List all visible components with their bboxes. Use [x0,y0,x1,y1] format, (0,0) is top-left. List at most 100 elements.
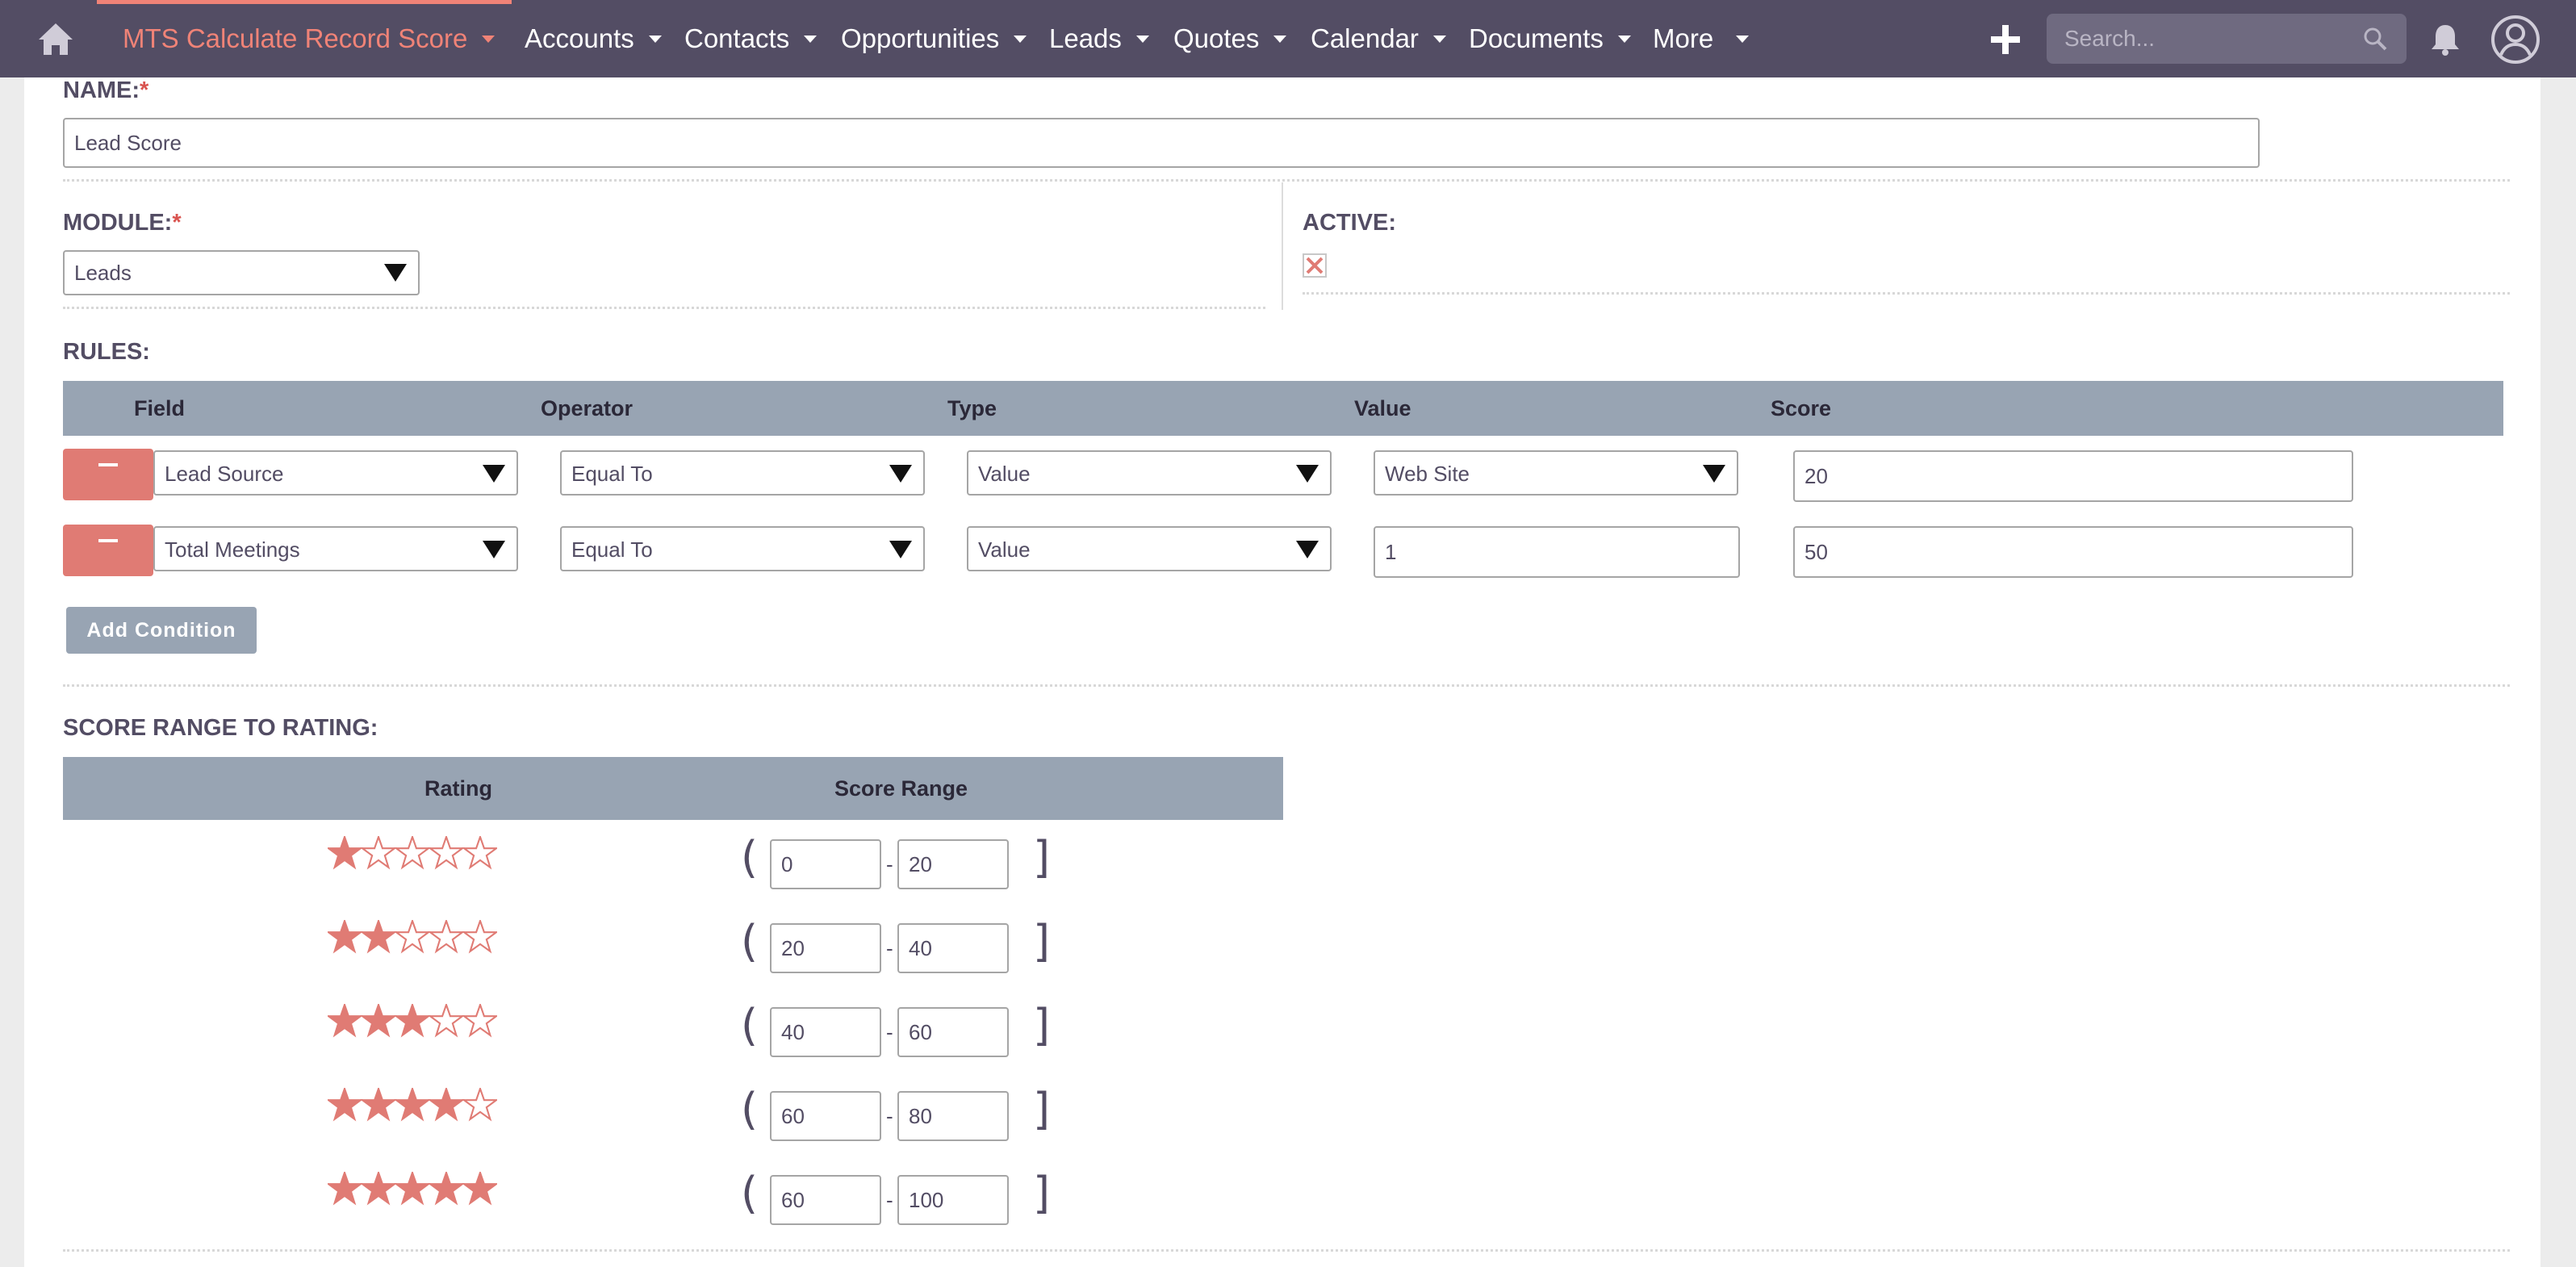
remove-condition-button[interactable] [63,449,153,500]
rule-field-select[interactable]: Total Meetings [153,526,518,571]
column-header-rating: Rating [424,776,492,801]
star-filled-icon [359,1088,398,1122]
star-empty-icon [393,920,432,954]
rule-score-input[interactable] [1793,526,2353,578]
remove-condition-button[interactable] [63,525,153,576]
score-min-input[interactable] [770,1175,881,1225]
star-rating-icon [328,1172,497,1206]
star-empty-icon [461,1004,497,1038]
range-separator: - [886,936,893,960]
active-label: ACTIVE: [1303,210,1396,236]
caret-down-icon [1135,35,1149,43]
name-field[interactable] [63,118,2260,168]
star-empty-icon [359,836,398,870]
caret-down-icon [804,35,818,43]
bell-icon[interactable] [2429,23,2461,56]
close-bracket: ] [1033,1000,1051,1051]
star-rating-icon [328,1088,497,1122]
star-filled-icon [393,1172,432,1206]
rule-type-select[interactable]: Value [967,450,1332,496]
plus-icon[interactable] [1990,24,2021,55]
nav-item-label: Accounts [525,23,634,53]
divider [63,307,1265,309]
nav-item-label: Opportunities [841,23,1000,53]
rules-label: RULES: [63,339,150,365]
open-bracket: ( [741,916,759,967]
nav-item-label: Calendar [1311,23,1419,53]
star-empty-icon [427,920,466,954]
open-bracket: ( [741,1084,759,1135]
nav-item-label: Quotes [1173,23,1260,53]
score-range-table-header: Rating Score Range [63,757,1283,820]
score-min-input[interactable] [770,1091,881,1141]
star-empty-icon [461,920,497,954]
add-condition-button[interactable]: Add Condition [66,607,257,654]
star-filled-icon [359,1004,398,1038]
score-max-input[interactable] [897,1091,1009,1141]
score-max-input[interactable] [897,1175,1009,1225]
rule-type-select[interactable]: Value [967,526,1332,571]
dropdown-arrow-icon [1296,541,1319,558]
score-range-label: SCORE RANGE TO RATING: [63,715,378,741]
score-min-input[interactable] [770,839,881,889]
dropdown-arrow-icon [483,541,505,558]
module-select[interactable]: Leads [63,250,420,295]
rule-operator-select[interactable]: Equal To [560,450,925,496]
column-header-score: Score [1771,396,1832,420]
close-bracket: ] [1033,916,1051,967]
nav-item-opportunities[interactable]: Opportunities [841,0,1027,77]
star-rating-icon [328,1004,497,1038]
range-separator: - [886,852,893,876]
nav-item-quotes[interactable]: Quotes [1173,0,1287,77]
nav-item-label: More [1653,23,1714,53]
dropdown-arrow-icon [889,465,912,483]
nav-item-label: Documents [1469,23,1604,53]
user-avatar-icon[interactable] [2490,15,2540,65]
open-bracket: ( [741,1168,759,1219]
dropdown-arrow-icon [483,465,505,483]
nav-item-calendar[interactable]: Calendar [1311,0,1446,77]
rule-value-input[interactable] [1374,526,1740,578]
star-empty-icon [393,836,432,870]
top-navigation-bar: MTS Calculate Record Score Accounts Cont… [0,0,2576,77]
star-filled-icon [359,920,398,954]
nav-item-label: MTS Calculate Record Score [123,23,468,53]
edit-form-panel: NAME:* MODULE:* Leads ACTIVE: RULES: Fie… [24,77,2540,1267]
rule-score-input[interactable] [1793,450,2353,502]
active-unchecked-icon[interactable] [1303,253,1327,278]
caret-down-icon [1432,35,1446,43]
nav-item-more[interactable]: More [1653,0,1750,77]
column-divider [1282,182,1283,310]
caret-down-icon [1014,35,1027,43]
column-header-score-range: Score Range [834,776,968,801]
star-filled-icon [427,1088,466,1122]
nav-item-leads[interactable]: Leads [1049,0,1149,77]
dropdown-arrow-icon [384,264,407,282]
rule-operator-select[interactable]: Equal To [560,526,925,571]
star-filled-icon [359,1172,398,1206]
open-bracket: ( [741,1000,759,1051]
close-bracket: ] [1033,1168,1051,1219]
rules-table-header: Field Operator Type Value Score [63,381,2503,436]
minus-icon [98,539,118,542]
score-min-input[interactable] [770,923,881,973]
dropdown-arrow-icon [1703,465,1725,483]
score-max-input[interactable] [897,1007,1009,1057]
star-empty-icon [427,1004,466,1038]
star-filled-icon [461,1172,497,1206]
nav-item-documents[interactable]: Documents [1469,0,1631,77]
rule-value-select[interactable]: Web Site [1374,450,1738,496]
close-bracket: ] [1033,1084,1051,1135]
rule-field-select[interactable]: Lead Source [153,450,518,496]
score-max-input[interactable] [897,839,1009,889]
close-bracket: ] [1033,832,1051,883]
nav-item-contacts[interactable]: Contacts [684,0,818,77]
home-icon[interactable] [37,21,74,56]
column-header-value: Value [1354,396,1411,420]
score-max-input[interactable] [897,923,1009,973]
search-input[interactable] [2047,14,2353,64]
search-icon[interactable] [2363,27,2387,51]
score-min-input[interactable] [770,1007,881,1057]
nav-item-accounts[interactable]: Accounts [525,0,662,77]
nav-item-active-module[interactable]: MTS Calculate Record Score [123,0,496,77]
